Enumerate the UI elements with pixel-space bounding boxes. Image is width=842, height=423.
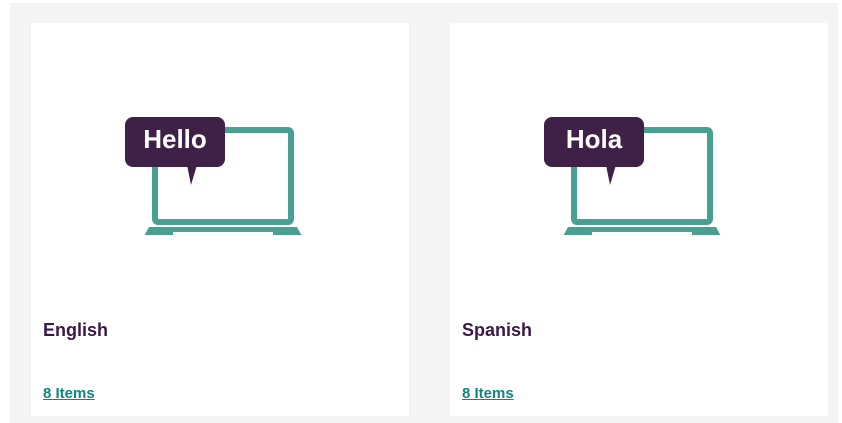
bubble-text: Hello	[143, 124, 207, 154]
card-title: Spanish	[462, 320, 533, 340]
card-title: English	[43, 320, 109, 340]
collection-card-spanish[interactable]: Hola Spanish 8 Items	[450, 23, 828, 416]
collection-card-english[interactable]: Hello English 8 Items	[31, 23, 409, 416]
items-link[interactable]: 8 Items	[43, 385, 95, 402]
items-link[interactable]: 8 Items	[462, 385, 514, 402]
bubble-text: Hola	[566, 124, 623, 154]
laptop-speech-bubble-icon: Hola	[544, 117, 721, 235]
collection-grid: Hello English 8 Items Hola Spanish 8 Ite…	[10, 3, 838, 423]
laptop-speech-bubble-icon: Hello	[125, 117, 302, 235]
